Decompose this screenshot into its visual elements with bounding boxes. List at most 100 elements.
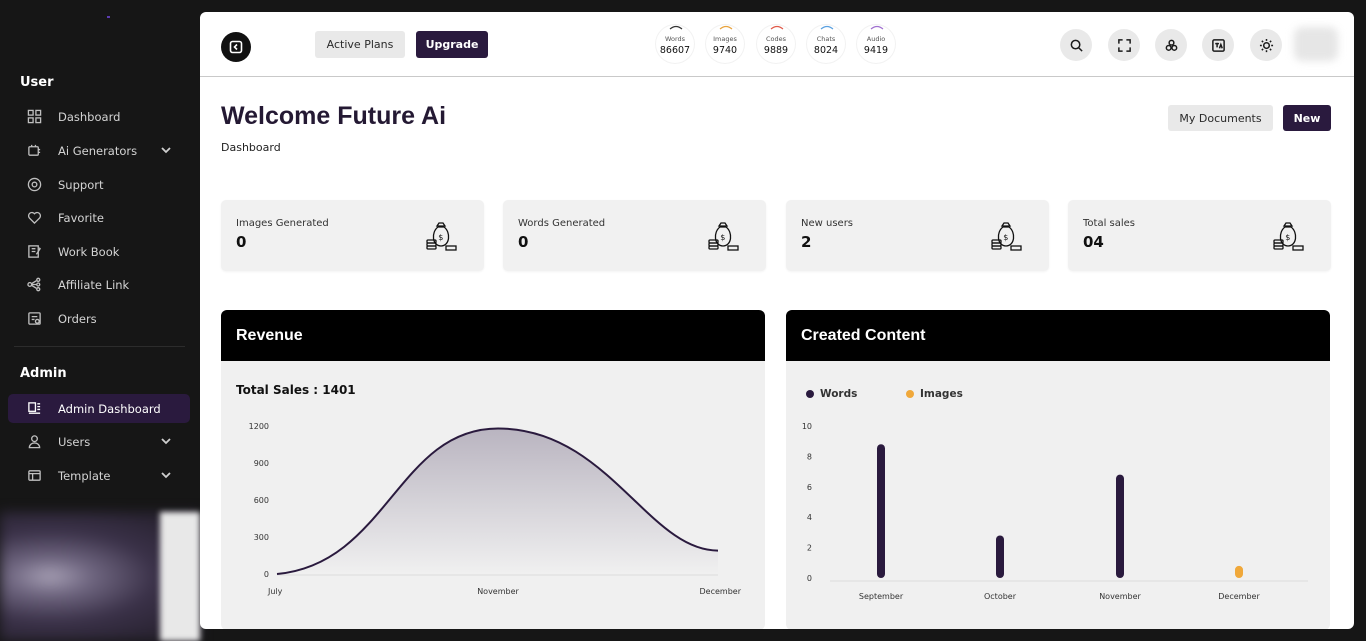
y-tick-label: 0 [264,570,269,579]
y-tick-label: 600 [254,496,269,505]
sidebar-item-template[interactable]: Template [8,461,190,490]
upgrade-button[interactable]: Upgrade [416,31,488,58]
sidebar-item-admin-dashboard[interactable]: Admin Dashboard [8,394,190,423]
x-tick-label: November [477,587,519,596]
sidebar-item-dashboard[interactable]: Dashboard [8,102,190,131]
page-title: Welcome Future Ai [221,102,447,130]
sidebar-item-label: Affiliate Link [58,277,130,292]
stat-card-images-generated: Images Generated 0 $ [221,200,484,271]
bar-images [1235,565,1243,578]
card-label: Words Generated [518,218,606,229]
user-profile-blurred-edge [160,512,200,641]
bar-words [1116,474,1124,578]
created-content-panel: Created Content Words Images 0 2 4 6 8 10 Sept… [786,310,1330,629]
progress-arc [719,25,733,30]
apps-button[interactable] [1155,29,1187,61]
card-value: 2 [801,233,812,251]
orders-icon [26,311,42,327]
sidebar-item-users[interactable]: Users [8,427,190,456]
chevron-down-icon[interactable] [160,435,172,447]
search-icon [1070,39,1083,52]
x-tick-label: September [859,592,904,601]
ai-generator-icon [26,143,42,159]
stat-value: 9889 [763,45,789,56]
x-tick-label: December [1218,592,1260,601]
money-bag-icon: $ [1271,220,1305,254]
stat-label: Words [664,35,686,43]
new-button[interactable]: New [1283,105,1331,131]
card-label: New users [801,218,854,229]
x-tick-label: July [267,587,283,596]
stat-value: 9740 [712,45,738,56]
sidebar-item-label: Favorite [58,210,104,225]
chevron-down-icon[interactable] [160,469,172,481]
stat-label: Codes [765,35,787,43]
sidebar-divider [14,346,185,347]
sidebar-item-label: Dashboard [58,109,121,124]
section-title-admin: Admin [20,366,67,381]
sidebar-item-label: Ai Generators [58,143,138,158]
x-tick-label: December [700,587,742,596]
y-tick-label: 1200 [249,422,269,431]
sidebar-item-support[interactable]: Support [8,170,190,199]
y-tick-label: 0 [807,574,812,583]
chevron-down-icon[interactable] [160,144,172,156]
progress-arc [669,25,683,30]
user-icon [26,434,42,450]
stat-card-new-users: New users 2 $ [786,200,1049,271]
bar-words [996,535,1004,578]
sidebar-item-label: Support [58,177,104,192]
stat-card-words-generated: Words Generated 0 $ [503,200,766,271]
y-tick-label: 10 [802,422,812,431]
avatar[interactable] [1294,27,1338,61]
search-button[interactable] [1060,29,1092,61]
template-icon [26,468,42,484]
stat-label: Audio [866,35,886,43]
y-tick-label: 300 [254,533,269,542]
progress-arc [820,25,834,30]
section-title-user: User [20,75,54,90]
workbook-icon [26,244,42,260]
y-tick-label: 4 [807,513,812,522]
sidebar-item-orders[interactable]: Orders [8,304,190,333]
money-bag-icon: $ [424,220,458,254]
fullscreen-icon [1117,38,1131,52]
stat-value: 86607 [659,45,691,56]
svg-text:$: $ [1285,233,1290,242]
stat-value: 8024 [813,45,839,56]
admin-dashboard-icon [26,401,42,417]
stat-value: 9419 [863,45,889,56]
card-value: 04 [1083,233,1104,251]
translate-button[interactable] [1202,29,1234,61]
sidebar-item-affiliate-link[interactable]: Affiliate Link [8,270,190,299]
topbar: Active Plans Upgrade Words 86607 Images 974… [200,12,1354,77]
stat-label: Chats [816,35,836,43]
sidebar-item-ai-generators[interactable]: Ai Generators [8,136,190,165]
progress-arc [870,25,884,30]
fullscreen-button[interactable] [1108,29,1140,61]
card-value: 0 [236,233,247,251]
card-label: Total sales [1083,218,1136,229]
support-icon [26,177,42,193]
revenue-panel: Revenue Total Sales : 1401 0 300 600 900 120… [221,310,765,629]
apps-icon [1165,39,1177,51]
x-tick-label: October [984,592,1017,601]
created-content-chart: 0 2 4 6 8 10 September October November December [802,422,1308,601]
stat-label: Images [713,35,737,43]
sidebar-toggle-button[interactable] [221,32,251,62]
grid-icon [26,109,42,125]
translate-icon [1211,38,1225,52]
card-value: 0 [518,233,529,251]
share-icon [26,277,42,293]
active-plans-button[interactable]: Active Plans [315,31,405,58]
revenue-area [277,428,718,574]
theme-toggle-button[interactable] [1250,29,1282,61]
y-tick-label: 6 [807,483,812,492]
my-documents-button[interactable]: My Documents [1168,105,1273,131]
sidebar-item-work-book[interactable]: Work Book [8,237,190,266]
sidebar-item-label: Template [58,468,111,483]
stat-audio: Audio 9419 [857,25,895,63]
sidebar-item-favorite[interactable]: Favorite [8,203,190,232]
money-bag-icon: $ [989,220,1023,254]
sidebar-item-label: Orders [58,311,97,326]
